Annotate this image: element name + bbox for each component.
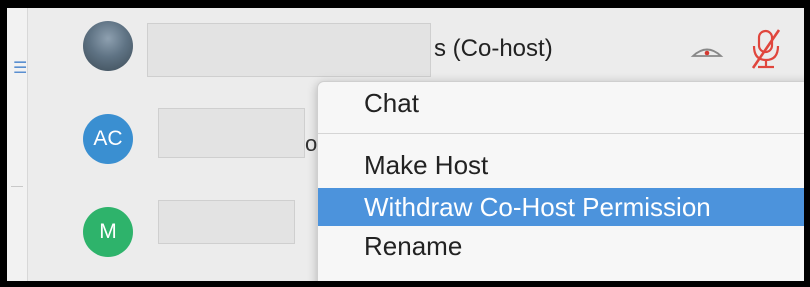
participant-role-label: s (Co-host) [434,35,553,62]
avatar [83,21,133,71]
video-off-icon[interactable] [690,41,724,63]
menu-item-withdraw-cohost[interactable]: Withdraw Co-Host Permission [318,188,804,226]
avatar: M [83,207,133,257]
name-redaction [147,23,431,77]
name-redaction [158,108,305,158]
rail-divider [11,186,23,187]
participant-context-menu: Chat Make Host Withdraw Co-Host Permissi… [317,81,804,281]
mic-muted-icon[interactable] [749,26,783,72]
participant-row[interactable]: s (Co-host) [27,8,804,78]
menu-separator [318,133,804,134]
participants-panel: ☰ s (Co-host) AC o M Chat Make Host With… [7,8,804,281]
avatar: AC [83,114,133,164]
drag-handle-icon[interactable]: ☰ [13,60,27,76]
menu-item-make-host[interactable]: Make Host [318,146,804,184]
menu-item-chat[interactable]: Chat [318,84,804,122]
participant-name-partial: o [305,131,318,156]
panel-side-rail: ☰ [7,8,28,281]
menu-item-rename[interactable]: Rename [318,227,804,265]
name-redaction [158,200,295,244]
